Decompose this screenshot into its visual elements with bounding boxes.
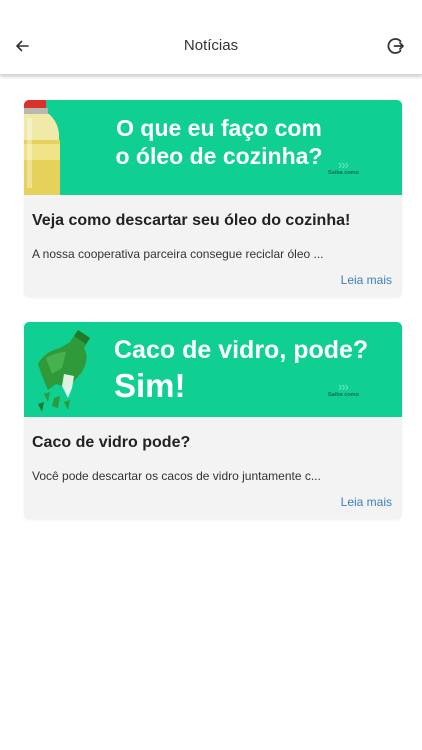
brand-label: Saiba como bbox=[328, 170, 359, 176]
app-bar: Notícias bbox=[0, 0, 422, 75]
brand-label: Saiba como bbox=[328, 392, 359, 398]
banner-headline-line2: o óleo de cozinha? bbox=[115, 143, 323, 170]
news-banner: Caco de vidro, pode? Sim! ››› Saiba como bbox=[24, 322, 402, 417]
banner-headline-line1: O que eu faço com bbox=[116, 115, 322, 141]
logout-icon bbox=[387, 38, 404, 54]
logout-button[interactable] bbox=[382, 32, 410, 60]
brand-mark: ››› Saiba como bbox=[328, 157, 372, 179]
brand-mark: ››› Saiba como bbox=[328, 379, 372, 401]
oil-bottle-icon bbox=[24, 100, 60, 195]
page-title: Notícias bbox=[183, 37, 239, 54]
news-card[interactable]: O que eu faço com o óleo de cozinha? ›››… bbox=[24, 100, 402, 297]
news-banner: O que eu faço com o óleo de cozinha? ›››… bbox=[24, 100, 402, 195]
read-more-link[interactable]: Leia mais bbox=[341, 273, 392, 287]
news-title: Caco de vidro pode? bbox=[32, 434, 191, 451]
banner-headline: O que eu faço com o óleo de cozinha? bbox=[84, 116, 354, 168]
read-more-link[interactable]: Leia mais bbox=[341, 495, 392, 509]
news-summary: A nossa cooperativa parceira consegue re… bbox=[32, 247, 324, 261]
news-title: Veja como descartar seu óleo do cozinha! bbox=[32, 212, 351, 229]
news-summary: Você pode descartar os cacos de vidro ju… bbox=[32, 469, 321, 483]
broken-glass-bottle-icon bbox=[38, 330, 90, 412]
news-card[interactable]: Caco de vidro, pode? Sim! ››› Saiba como… bbox=[24, 322, 402, 519]
banner-headline-line1: Caco de vidro, pode? bbox=[114, 336, 369, 364]
banner-headline-line2: Sim! bbox=[114, 367, 186, 404]
